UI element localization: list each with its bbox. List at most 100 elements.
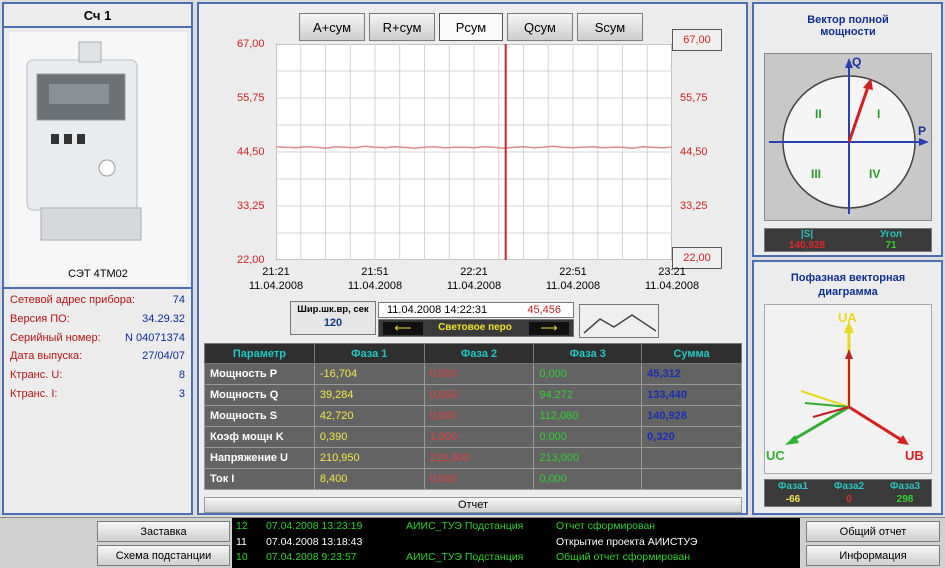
log-src <box>402 535 552 551</box>
phase2-value: 0 <box>846 494 852 505</box>
s-label: |S| <box>800 229 814 240</box>
meter-model: СЭТ 4ТМ02 <box>68 268 128 280</box>
log-msg: Отчет сформирован <box>556 520 656 532</box>
tab-s-sum[interactable]: Sсум <box>577 13 643 41</box>
pen-control: ⟵ Световое перо ⟶ <box>378 319 574 337</box>
phase1-value: -66 <box>785 494 801 505</box>
table-row: Ток I 8,400 0,000 0,000 <box>204 468 742 490</box>
phase-title: Пофазная векторная диаграмма <box>790 272 906 298</box>
meter-title: Сч 1 <box>2 4 193 28</box>
screensaver-button[interactable]: Заставка <box>97 521 230 542</box>
phase2-header: Фаза2 <box>833 481 865 492</box>
param-value-f2: 0,000 <box>423 384 535 406</box>
line-chart[interactable] <box>276 44 672 260</box>
meter-device-icon <box>26 41 142 241</box>
param-value-sum <box>641 447 742 469</box>
table-row: Напряжение U 210,950 218,300 213,000 <box>204 447 742 469</box>
param-name: Мощность Q <box>204 384 315 406</box>
param-value-f1: 0,390 <box>313 426 425 448</box>
time-width-value[interactable]: 120 <box>291 317 375 329</box>
ua-label: UA <box>838 310 857 325</box>
param-value-f3: 0,000 <box>533 363 643 385</box>
param-value-f1: 210,950 <box>313 447 425 469</box>
angle-label: Угол <box>879 229 903 240</box>
param-value-sum: 45,312 <box>641 363 742 385</box>
axis-q-label: Q <box>852 55 862 69</box>
quadrant-i: I <box>877 107 880 121</box>
log-row[interactable]: 11 07.04.2008 13:18:43 Открытие проекта АИ… <box>232 535 800 551</box>
param-name: Коэф мощн K <box>204 426 315 448</box>
pen-left-button[interactable]: ⟵ <box>383 322 423 335</box>
table-row: Мощность S 42,720 0,000 112,080 140,928 <box>204 405 742 427</box>
info-row: Версия ПО: 34.29.32 <box>10 313 185 325</box>
s-value: 140,928 <box>788 240 826 251</box>
y-tick-label-right: 44,50 <box>680 146 708 158</box>
x-tick-label: 23:21 11.04.2008 <box>644 266 700 292</box>
param-value-f2: 0,000 <box>423 405 535 427</box>
y-tick-label-right: 55,75 <box>680 92 708 104</box>
vector-values: |S| Угол 140,928 71 <box>764 228 932 252</box>
y-tick-label: 55,75 <box>237 92 265 104</box>
log-time: 07.04.2008 13:18:43 <box>266 535 363 548</box>
x-tick-label: 21:21 11.04.2008 <box>248 266 304 292</box>
tab-a-plus[interactable]: A+сум <box>299 13 365 41</box>
x-tick-label: 22:21 11.04.2008 <box>446 266 502 292</box>
ub-label: UB <box>905 448 924 463</box>
table-header: Фаза 1 <box>313 343 425 364</box>
info-row: Серийный номер: N 04071374 <box>10 332 185 344</box>
tab-q-sum[interactable]: Qсум <box>507 13 573 41</box>
log-src: АИИС_ТУЭ Подстанция <box>406 520 524 532</box>
log-time: 07.04.2008 9:23:57 <box>266 551 357 563</box>
general-report-button[interactable]: Общий отчет <box>806 521 940 542</box>
meter-image <box>9 32 187 284</box>
log-msg: Общий отчет сформирован <box>556 551 691 563</box>
log-row[interactable]: 10 07.04.2008 9:23:57 АИИС_ТУЭ Подстанция О… <box>232 550 800 566</box>
param-value-f3: 0,000 <box>533 426 643 448</box>
phase-values: Фаза1 Фаза2 Фаза3 -66 0 298 <box>764 479 932 507</box>
param-name: Мощность P <box>204 363 315 385</box>
substation-scheme-button[interactable]: Схема подстанции <box>97 545 230 566</box>
table-row: Мощность Q 39,284 0,000 94,272 133,440 <box>204 384 742 406</box>
table-header: Параметр <box>204 343 315 364</box>
table-row: Мощность P -16,704 0,000 0,000 45,312 <box>204 363 742 385</box>
time-width-label: Шир.шк.вр, сек <box>297 304 369 315</box>
log-msg: Открытие проекта АИИСТУЭ <box>556 535 698 548</box>
y-max-input[interactable]: 67,00 <box>672 29 722 51</box>
axis-p-label: P <box>918 124 927 138</box>
cursor-value: 45,456 <box>527 304 561 316</box>
param-value-f1: 42,720 <box>313 405 425 427</box>
param-value-f1: 8,400 <box>313 468 425 490</box>
param-value-f2: 218,300 <box>423 447 535 469</box>
information-button[interactable]: Информация <box>806 545 940 566</box>
table-header: Сумма <box>641 343 742 364</box>
quadrant-ii: II <box>815 107 822 121</box>
log-n: 10 <box>236 551 248 563</box>
y-tick-label: 33,25 <box>237 200 265 212</box>
param-value-sum <box>641 468 742 490</box>
angle-value: 71 <box>885 240 897 251</box>
phase1-header: Фаза1 <box>777 481 809 492</box>
event-log[interactable]: 12 07.04.2008 13:23:19 АИИС_ТУЭ Подстанция… <box>232 518 800 568</box>
trend-preview-icon[interactable] <box>579 304 659 338</box>
log-row[interactable]: 12 07.04.2008 13:23:19 АИИС_ТУЭ Подстанция… <box>232 519 800 535</box>
log-time: 07.04.2008 13:23:19 <box>266 520 363 532</box>
x-tick-label: 21:51 11.04.2008 <box>347 266 403 292</box>
table-header: Фаза 2 <box>423 343 535 364</box>
log-n: 12 <box>236 520 248 532</box>
phase3-header: Фаза3 <box>889 481 921 492</box>
param-value-sum: 0,320 <box>641 426 742 448</box>
pen-right-button[interactable]: ⟶ <box>529 322 569 335</box>
param-value-f3: 213,000 <box>533 447 643 469</box>
y-tick-label: 67,00 <box>237 38 265 50</box>
report-button[interactable]: Отчет <box>204 497 742 513</box>
log-src: АИИС_ТУЭ Подстанция <box>406 551 524 563</box>
info-row: Сетевой адрес прибора: 74 <box>10 294 185 306</box>
cursor-readout: 11.04.2008 14:22:31 45,456 <box>378 302 574 318</box>
tab-p-sum[interactable]: Pсум <box>439 13 503 41</box>
tab-r-plus[interactable]: R+сум <box>369 13 435 41</box>
param-value-sum: 140,928 <box>641 405 742 427</box>
table-row: Коэф мощн K 0,390 1,000 0,000 0,320 <box>204 426 742 448</box>
time-width-box: Шир.шк.вр, сек 120 <box>290 301 376 335</box>
meter-divider <box>4 287 191 289</box>
param-value-f2: 0,000 <box>423 468 535 490</box>
